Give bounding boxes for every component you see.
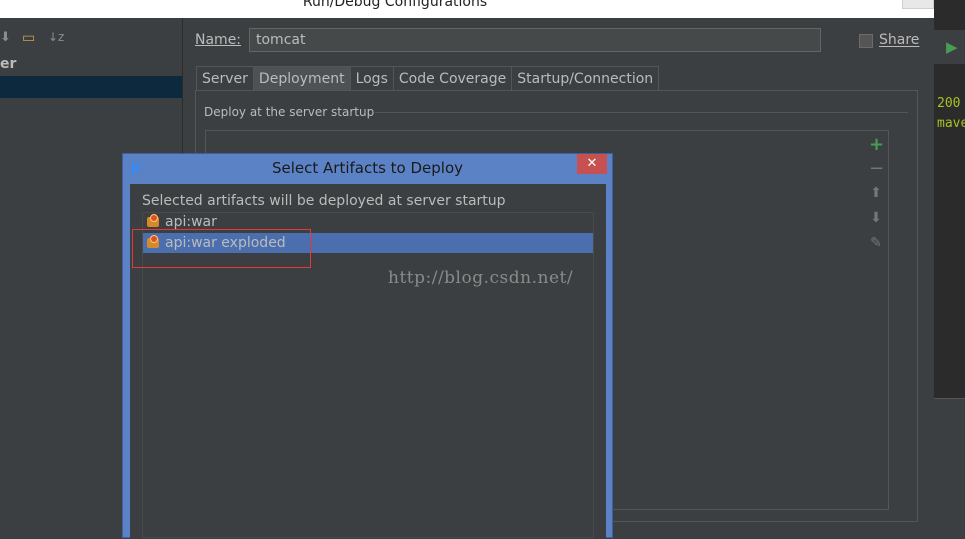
dialog-title: Select Artifacts to Deploy xyxy=(271,159,464,177)
move-down-icon[interactable]: ⬇ xyxy=(869,210,883,226)
dialog-close-button[interactable]: ✕ xyxy=(577,154,607,174)
window-title: Run/Debug Configurations xyxy=(302,0,488,10)
add-icon[interactable]: + xyxy=(869,134,884,155)
window-close-button[interactable] xyxy=(902,0,934,9)
move-up-icon[interactable]: ⬆ xyxy=(869,185,883,201)
name-label-text: Name: xyxy=(195,32,242,48)
tab-code-coverage[interactable]: Code Coverage xyxy=(392,66,513,90)
tab-startup-connection[interactable]: Startup/Connection xyxy=(511,66,660,90)
tab-server[interactable]: Server xyxy=(196,66,254,90)
name-label: Name: xyxy=(195,32,241,48)
artifact-label: api:war xyxy=(165,214,217,230)
move-down-icon[interactable]: ⬇ xyxy=(0,30,11,45)
tab-deployment[interactable]: Deployment xyxy=(252,66,351,90)
artifact-icon xyxy=(146,214,160,228)
tree-item-selected[interactable] xyxy=(0,76,182,98)
code-line: 200 xyxy=(937,96,961,111)
name-input[interactable] xyxy=(249,28,821,52)
share-checkbox[interactable] xyxy=(859,34,873,48)
tab-logs[interactable]: Logs xyxy=(349,66,394,90)
annotation-highlight-box xyxy=(132,229,311,268)
watermark-text: http://blog.csdn.net/ xyxy=(388,268,574,288)
section-divider xyxy=(375,112,908,113)
share-label[interactable]: Share xyxy=(879,32,919,48)
config-tabs: Server Deployment Logs Code Coverage Sta… xyxy=(196,66,660,90)
deploy-section-label: Deploy at the server startup xyxy=(204,105,375,119)
dialog-description: Selected artifacts will be deployed at s… xyxy=(142,193,506,209)
folder-icon[interactable]: ▭ xyxy=(22,30,35,46)
code-line: mave xyxy=(937,116,965,131)
background-panel xyxy=(934,398,965,539)
sort-icon[interactable]: ↓z xyxy=(48,30,64,44)
remove-icon[interactable]: − xyxy=(869,158,884,179)
tree-item-group[interactable]: er xyxy=(0,56,16,72)
run-icon[interactable]: ▶ xyxy=(946,38,958,56)
edit-icon[interactable]: ✎ xyxy=(869,235,883,251)
